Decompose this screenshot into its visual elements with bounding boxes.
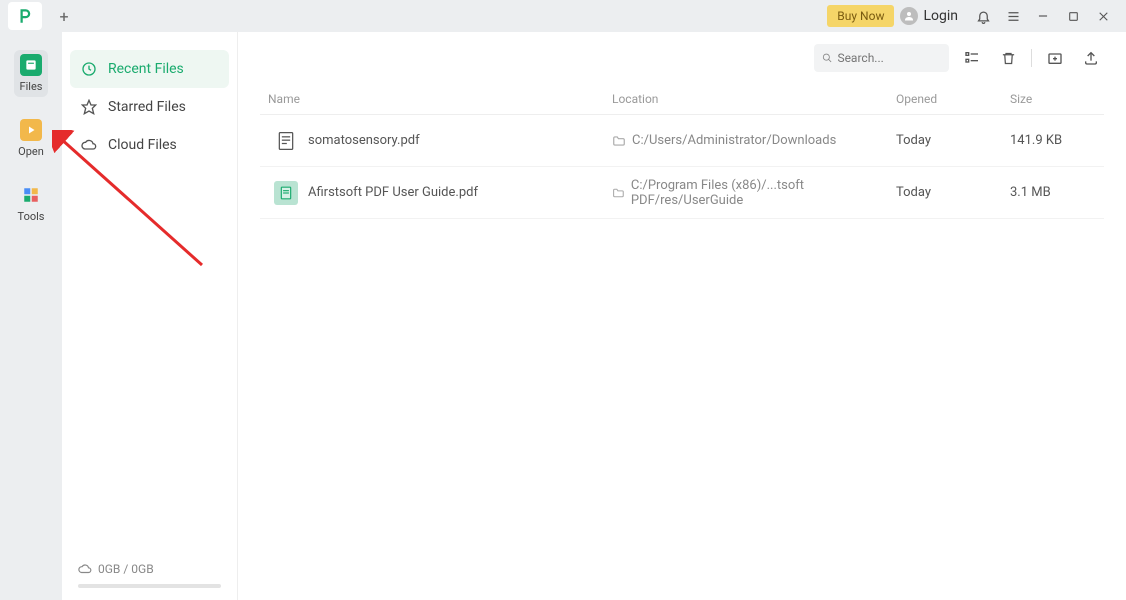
rail-files[interactable]: Files [14,50,49,97]
delete-icon[interactable] [995,45,1021,71]
open-icon [20,119,42,141]
side-recent-label: Recent Files [108,61,184,77]
pdf-file-icon [274,181,298,205]
search-icon [822,52,832,64]
login-label: Login [923,8,958,24]
cloud-icon [80,136,98,154]
folder-icon [612,186,625,200]
titlebar: + Buy Now Login [0,0,1126,32]
col-name-header[interactable]: Name [260,92,612,106]
rail-files-label: Files [20,80,43,93]
file-location: C:/Users/Administrator/Downloads [632,133,836,148]
add-folder-icon[interactable] [1042,45,1068,71]
side-starred-files[interactable]: Starred Files [70,88,229,126]
app-logo[interactable] [8,2,42,30]
minimize-button[interactable] [1028,2,1058,30]
file-name: Afirstsoft PDF User Guide.pdf [308,185,478,200]
menu-icon[interactable] [998,2,1028,30]
cloud-storage-icon [78,562,92,576]
col-opened-header[interactable]: Opened [896,92,1010,106]
folder-icon [612,134,626,148]
rail-tools[interactable]: Tools [12,180,51,227]
storage-indicator: 0GB / 0GB [70,556,229,582]
toolbar-separator [1031,49,1032,67]
table-header: Name Location Opened Size [260,84,1104,115]
view-list-icon[interactable] [959,45,985,71]
left-rail: Files Open Tools [0,32,62,600]
file-size: 141.9 KB [1010,133,1104,148]
clock-icon [80,60,98,78]
new-tab-button[interactable]: + [50,2,78,30]
side-recent-files[interactable]: Recent Files [70,50,229,88]
content-area: Name Location Opened Size somatosensory.… [237,32,1126,600]
side-cloud-files[interactable]: Cloud Files [70,126,229,164]
file-name: somatosensory.pdf [308,133,420,148]
content-toolbar [260,44,1104,72]
side-panel: Recent Files Starred Files Cloud Files 0… [62,32,237,600]
col-size-header[interactable]: Size [1010,92,1104,106]
close-button[interactable] [1088,2,1118,30]
file-location: C:/Program Files (x86)/...tsoft PDF/res/… [631,178,896,208]
rail-tools-label: Tools [18,210,45,223]
upload-icon[interactable] [1078,45,1104,71]
pdf-file-icon [274,129,298,153]
file-opened: Today [896,185,1010,200]
rail-open[interactable]: Open [12,115,50,162]
buy-now-button[interactable]: Buy Now [827,5,894,27]
file-opened: Today [896,133,1010,148]
user-avatar-icon [900,7,918,25]
col-location-header[interactable]: Location [612,92,896,106]
file-size: 3.1 MB [1010,185,1104,200]
side-cloud-label: Cloud Files [108,137,177,153]
login-button[interactable]: Login [900,7,958,25]
notification-icon[interactable] [968,2,998,30]
tools-icon [20,184,42,206]
search-box[interactable] [814,44,949,72]
rail-open-label: Open [18,145,44,158]
storage-text: 0GB / 0GB [98,562,154,576]
star-icon [80,98,98,116]
search-input[interactable] [837,51,941,65]
table-row[interactable]: Afirstsoft PDF User Guide.pdf C:/Program… [260,167,1104,219]
maximize-button[interactable] [1058,2,1088,30]
storage-bar [78,584,221,588]
files-icon [20,54,42,76]
table-row[interactable]: somatosensory.pdf C:/Users/Administrator… [260,115,1104,167]
side-starred-label: Starred Files [108,99,186,115]
